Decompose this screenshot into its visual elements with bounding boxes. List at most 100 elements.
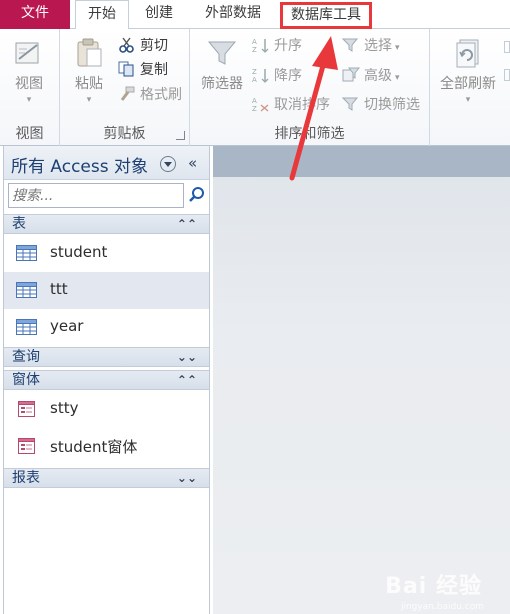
clear-sort-label: 取消排序 bbox=[274, 97, 330, 113]
advanced-button[interactable]: 高级 ▾ bbox=[342, 65, 400, 87]
tab-file[interactable]: 文件 bbox=[0, 0, 70, 29]
funnel-icon bbox=[206, 37, 238, 69]
selection-filter-icon bbox=[341, 37, 360, 53]
form-icon bbox=[16, 401, 37, 417]
clipboard-group: 粘贴 ▾ 剪切 复制 格式刷 剪贴板 bbox=[60, 29, 190, 146]
nav-item-label: student bbox=[50, 243, 108, 261]
design-view-icon bbox=[13, 37, 45, 69]
advanced-filter-icon bbox=[342, 67, 361, 83]
records-new-icon[interactable] bbox=[504, 41, 510, 53]
table-icon bbox=[16, 282, 37, 298]
copy-button[interactable]: 复制 bbox=[118, 59, 168, 81]
nav-header[interactable]: 所有 Access 对象 « bbox=[4, 146, 209, 180]
collapse-chevron-icon[interactable]: ⌃⌃ bbox=[177, 371, 197, 389]
selection-button[interactable]: 选择 ▾ bbox=[341, 35, 400, 57]
ribbon: 视图 ▾ 视图 粘贴 ▾ 剪切 复制 格式刷 剪贴板 筛选器 A Z 升序 Z … bbox=[0, 29, 510, 146]
svg-text:A: A bbox=[252, 38, 257, 46]
nav-item-table[interactable]: student bbox=[4, 235, 209, 272]
format-painter-label: 格式刷 bbox=[140, 87, 182, 103]
chevron-down-icon: ▾ bbox=[395, 73, 400, 83]
paste-button[interactable]: 粘贴 ▾ bbox=[66, 37, 112, 105]
table-icon bbox=[16, 245, 37, 261]
section-queries[interactable]: 查询 ⌄⌄ bbox=[4, 347, 209, 367]
view-button-label: 视图 bbox=[15, 76, 43, 92]
svg-text:A: A bbox=[252, 76, 257, 83]
selection-label: 选择 bbox=[364, 38, 392, 54]
chevron-down-icon: ▾ bbox=[395, 43, 400, 53]
expand-chevron-icon[interactable]: ⌄⌄ bbox=[177, 348, 197, 366]
filter-button[interactable]: 筛选器 bbox=[196, 37, 248, 93]
sort-descending-label: 降序 bbox=[274, 68, 302, 84]
records-save-icon[interactable] bbox=[504, 69, 510, 81]
form-icon bbox=[16, 438, 37, 454]
nav-item-form[interactable]: student窗体 bbox=[4, 428, 209, 465]
nav-item-table[interactable]: ttt bbox=[4, 272, 209, 309]
toggle-filter-button[interactable]: 切换筛选 bbox=[341, 94, 420, 116]
svg-text:A: A bbox=[252, 97, 257, 105]
copy-icon bbox=[118, 61, 136, 77]
paste-button-label: 粘贴 bbox=[75, 76, 103, 92]
svg-text:Z: Z bbox=[252, 68, 257, 76]
navigation-pane: 所有 Access 对象 « 表 ⌃⌃ student bbox=[3, 146, 210, 614]
brush-icon bbox=[118, 86, 136, 102]
document-workspace: Bai 经验 jingyan.baidu.com bbox=[213, 146, 510, 614]
chevron-down-icon: ▾ bbox=[465, 95, 471, 105]
chevron-down-icon: ▾ bbox=[86, 95, 92, 105]
copy-label: 复制 bbox=[140, 62, 168, 78]
search-icon[interactable] bbox=[187, 185, 207, 205]
section-queries-label: 查询 bbox=[12, 349, 40, 365]
sort-ascending-button[interactable]: AZ 升序 bbox=[252, 35, 302, 57]
workspace-header-strip bbox=[213, 146, 510, 177]
tab-database-tools[interactable]: 数据库工具 bbox=[280, 2, 372, 29]
table-icon bbox=[16, 319, 37, 335]
chevron-down-icon: ▾ bbox=[26, 95, 32, 105]
svg-text:Z: Z bbox=[252, 46, 257, 53]
toggle-filter-label: 切换筛选 bbox=[364, 97, 420, 113]
watermark-url: jingyan.baidu.com bbox=[400, 602, 484, 612]
clear-sort-button[interactable]: AZ 取消排序 bbox=[252, 94, 330, 116]
records-group: 全部刷新 ▾ bbox=[430, 29, 510, 146]
tab-home[interactable]: 开始 bbox=[75, 0, 129, 30]
section-tables-label: 表 bbox=[12, 216, 26, 232]
svg-text:Z: Z bbox=[252, 105, 257, 112]
scissors-icon bbox=[118, 37, 136, 53]
section-reports[interactable]: 报表 ⌄⌄ bbox=[4, 468, 209, 488]
section-tables[interactable]: 表 ⌃⌃ bbox=[4, 214, 209, 234]
nav-search-input[interactable] bbox=[8, 183, 184, 208]
sort-descending-button[interactable]: ZA 降序 bbox=[252, 65, 302, 87]
format-painter-button[interactable]: 格式刷 bbox=[118, 84, 182, 106]
view-button[interactable]: 视图 ▾ bbox=[6, 37, 52, 105]
cut-label: 剪切 bbox=[140, 38, 168, 54]
nav-title: 所有 Access 对象 bbox=[11, 157, 149, 177]
clear-sort-icon: AZ bbox=[252, 96, 270, 113]
section-forms[interactable]: 窗体 ⌃⌃ bbox=[4, 370, 209, 390]
collapse-chevron-icon[interactable]: ⌃⌃ bbox=[177, 215, 197, 233]
shutter-bar-collapse-icon[interactable]: « bbox=[188, 154, 197, 172]
nav-menu-dropdown-icon[interactable] bbox=[160, 156, 176, 172]
filter-button-label: 筛选器 bbox=[201, 76, 243, 92]
sort-filter-group-label: 排序和筛选 bbox=[274, 126, 345, 142]
toggle-filter-icon bbox=[341, 96, 360, 112]
advanced-label: 高级 bbox=[364, 68, 392, 84]
refresh-all-label: 全部刷新 bbox=[440, 76, 496, 92]
section-forms-label: 窗体 bbox=[12, 372, 40, 388]
refresh-icon bbox=[452, 37, 484, 69]
tab-create[interactable]: 创建 bbox=[136, 0, 182, 29]
refresh-all-button[interactable]: 全部刷新 ▾ bbox=[436, 37, 500, 105]
tab-external-data[interactable]: 外部数据 bbox=[193, 0, 273, 29]
sort-filter-group: 筛选器 AZ 升序 ZA 降序 AZ 取消排序 选择 ▾ 高级 ▾ 切换筛选 排… bbox=[190, 29, 430, 146]
nav-item-form[interactable]: stty bbox=[4, 391, 209, 428]
watermark-text: Bai 经验 bbox=[385, 574, 482, 599]
section-reports-label: 报表 bbox=[12, 470, 40, 486]
cut-button[interactable]: 剪切 bbox=[118, 35, 168, 57]
ribbon-tab-bar: 文件 开始 创建 外部数据 数据库工具 bbox=[0, 0, 510, 30]
dialog-launcher-icon[interactable] bbox=[176, 131, 185, 140]
sort-ascending-label: 升序 bbox=[274, 38, 302, 54]
nav-item-label: stty bbox=[50, 399, 79, 417]
nav-item-label: year bbox=[50, 317, 84, 335]
view-group: 视图 ▾ 视图 bbox=[0, 29, 60, 146]
nav-item-table[interactable]: year bbox=[4, 309, 209, 346]
sort-descending-icon: ZA bbox=[252, 67, 270, 84]
sort-ascending-icon: AZ bbox=[252, 37, 270, 54]
expand-chevron-icon[interactable]: ⌄⌄ bbox=[177, 469, 197, 487]
